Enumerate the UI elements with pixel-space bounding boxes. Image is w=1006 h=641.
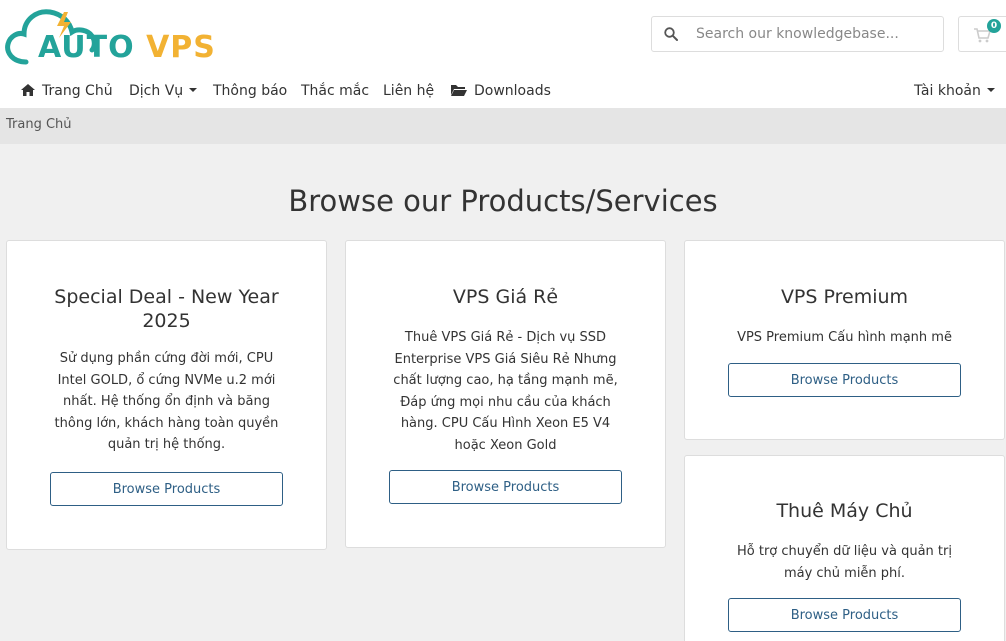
desc-line: Enterprise VPS Giá Siêu Rẻ Nhưng <box>394 351 617 367</box>
desc-line: Thuê VPS Giá Rẻ - Dịch vụ SSD <box>404 330 607 345</box>
brand-part1: AUTO <box>38 30 135 65</box>
desc-line: thông lớn, khách hàng toàn quyền <box>54 415 279 431</box>
card-title-line1: Special Deal - New Year <box>54 286 279 308</box>
desc-line: nhất. Hệ thống ổn định và băng <box>63 394 270 410</box>
search-input[interactable] <box>696 17 936 51</box>
nav-announcements[interactable]: Thông báo <box>213 81 287 101</box>
nav-faq-label: Thắc mắc <box>301 83 370 99</box>
folder-open-icon <box>451 85 467 96</box>
caret-down-icon <box>189 88 198 92</box>
desc-line: VPS Premium Cấu hình mạnh mẽ <box>737 330 952 345</box>
browse-products-button[interactable]: Browse Products <box>389 470 622 504</box>
nav-contact-label: Liên hệ <box>383 83 435 99</box>
cart-button[interactable]: 0 <box>958 16 1006 52</box>
brand-name: AUTO VPS <box>38 30 216 65</box>
nav-faq[interactable]: Thắc mắc <box>301 81 369 101</box>
caret-down-icon <box>986 88 995 92</box>
card-title: Special Deal - New Year 2025 <box>7 285 326 333</box>
nav-home-label: Trang Chủ <box>42 83 113 99</box>
cart-count-badge: 0 <box>987 19 1001 33</box>
product-card-vps-premium: VPS Premium VPS Premium Cấu hình mạnh mẽ… <box>684 240 1005 440</box>
browse-products-button[interactable]: Browse Products <box>728 363 961 397</box>
product-card-special-deal: Special Deal - New Year 2025 Sử dụng phần… <box>6 240 327 550</box>
desc-line: máy chủ miễn phí. <box>783 565 906 581</box>
browse-products-button[interactable]: Browse Products <box>50 472 283 506</box>
card-title-line2: 2025 <box>142 310 191 332</box>
product-card-thue-may-chu: Thuê Máy Chủ Hỗ trợ chuyển dữ liệu và qu… <box>684 455 1005 641</box>
card-description: VPS Premium Cấu hình mạnh mẽ <box>685 327 1004 349</box>
card-description: Sử dụng phần cứng đời mới, CPU Intel GOL… <box>7 348 326 456</box>
desc-line: hoặc Xeon Gold <box>454 437 557 453</box>
breadcrumb: Trang Chủ <box>0 108 1006 144</box>
brand-part2: VPS <box>146 30 216 65</box>
desc-line: Intel GOLD, ổ cứng NVMe u.2 mới <box>57 372 276 388</box>
card-title: VPS Giá Rẻ <box>452 286 559 308</box>
nav-services-label: Dịch Vụ <box>129 83 184 99</box>
card-description: Hỗ trợ chuyển dữ liệu và quản trị máy ch… <box>685 541 1004 584</box>
product-card-vps-gia-re: VPS Giá Rẻ Thuê VPS Giá Rẻ - Dịch vụ SSD… <box>345 240 666 548</box>
search-icon <box>664 27 678 41</box>
card-title: Thuê Máy Chủ <box>776 500 913 522</box>
logo[interactable]: AUTO VPS <box>4 4 215 70</box>
desc-line: Hỗ trợ chuyển dữ liệu và quản trị <box>737 544 952 559</box>
nav-downloads-label: Downloads <box>474 83 551 99</box>
browse-products-button[interactable]: Browse Products <box>728 598 961 632</box>
desc-line: hàng. CPU Cấu Hình Xeon E5 V4 <box>400 416 611 432</box>
card-description: Thuê VPS Giá Rẻ - Dịch vụ SSD Enterprise… <box>346 327 665 457</box>
nav-account[interactable]: Tài khoản <box>914 81 995 101</box>
breadcrumb-home[interactable]: Trang Chủ <box>6 117 72 132</box>
nav-services[interactable]: Dịch Vụ <box>129 81 198 101</box>
desc-line: quản trị hệ thống. <box>107 437 226 453</box>
nav-home[interactable]: Trang Chủ <box>20 81 113 101</box>
main-nav: Trang Chủ Dịch Vụ Thông báo Thắc mắc Liê… <box>0 72 1006 108</box>
nav-announcements-label: Thông báo <box>213 83 288 99</box>
nav-downloads[interactable]: Downloads <box>450 81 551 101</box>
nav-contact[interactable]: Liên hệ <box>383 81 434 101</box>
home-icon <box>21 84 35 96</box>
card-title: VPS Premium <box>780 286 909 308</box>
page-title: Browse our Products/Services <box>288 184 718 218</box>
nav-account-label: Tài khoản <box>914 83 981 99</box>
desc-line: Đáp ứng mọi nhu cầu của khách <box>400 394 611 410</box>
desc-line: chất lượng cao, hạ tầng mạnh mẽ, <box>393 373 618 389</box>
search-box <box>651 16 944 52</box>
desc-line: Sử dụng phần cứng đời mới, CPU <box>59 351 274 366</box>
site-header: AUTO VPS 0 Trang Chủ Dịch Vụ Thông báo T… <box>0 0 1006 108</box>
